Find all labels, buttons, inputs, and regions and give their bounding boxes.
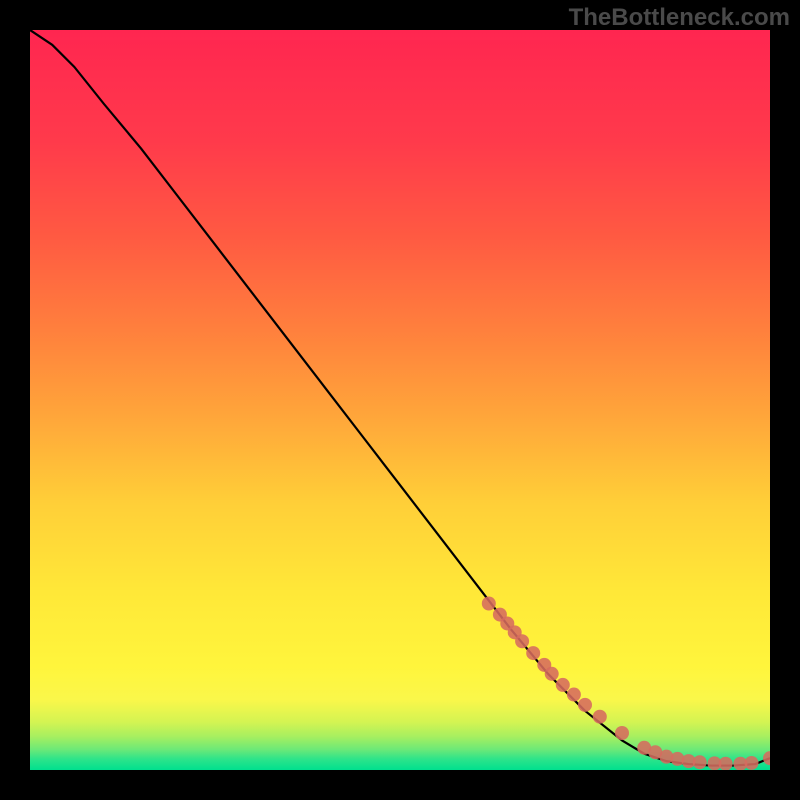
data-point (763, 751, 770, 765)
data-point (545, 667, 559, 681)
data-point (615, 726, 629, 740)
chart-curve-layer (30, 30, 770, 770)
data-point (719, 757, 733, 770)
data-point (593, 710, 607, 724)
data-point (482, 597, 496, 611)
data-point (693, 755, 707, 769)
data-point (567, 688, 581, 702)
data-point (526, 646, 540, 660)
chart-plot-area (30, 30, 770, 770)
data-point (515, 634, 529, 648)
curve-line (30, 30, 770, 766)
watermark-text: TheBottleneck.com (569, 4, 790, 32)
data-point (556, 678, 570, 692)
data-point (578, 698, 592, 712)
data-point (745, 756, 759, 770)
